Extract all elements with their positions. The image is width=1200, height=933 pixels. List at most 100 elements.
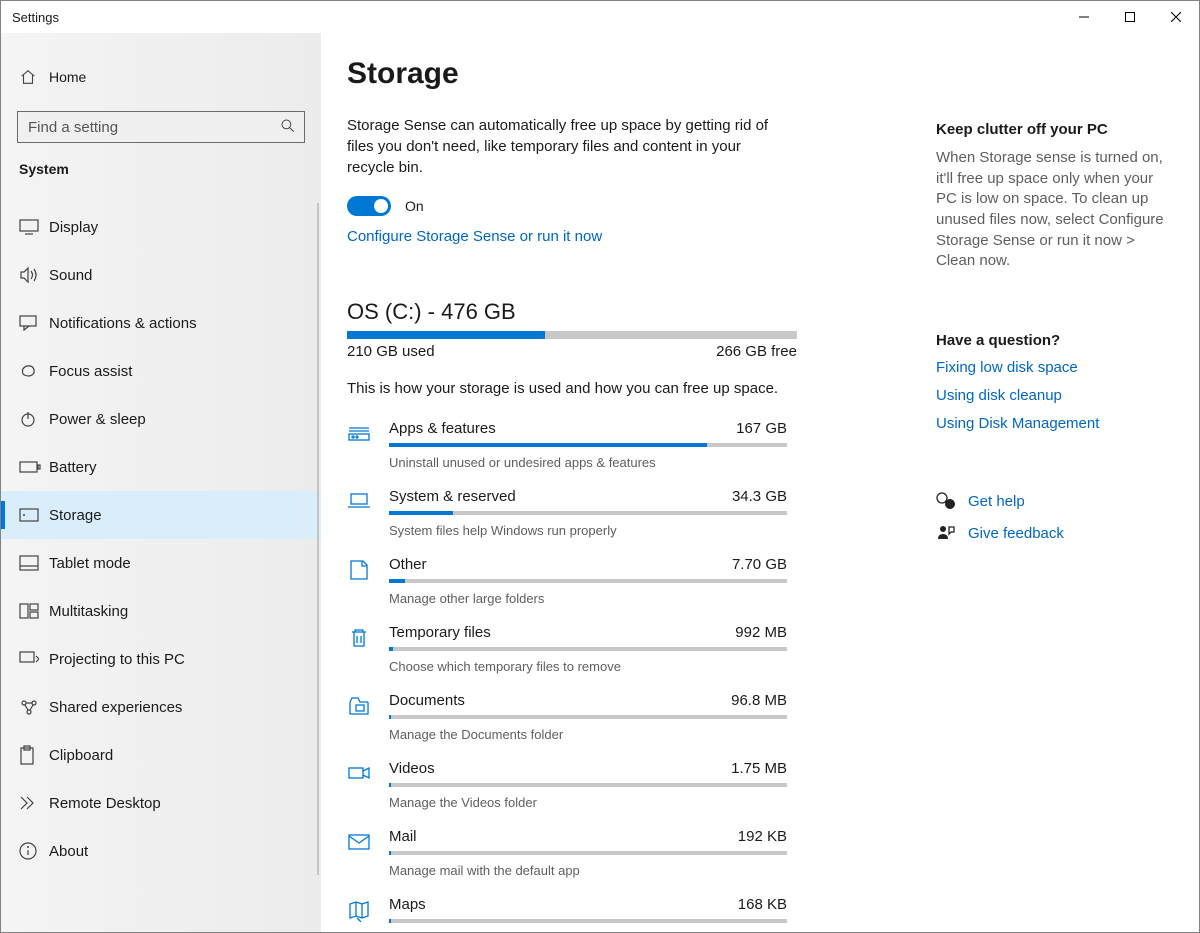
category-size: 168 KB	[738, 896, 787, 913]
storage-sense-toggle[interactable]	[347, 196, 391, 216]
drive-usage-bar	[347, 331, 797, 339]
search-input[interactable]	[17, 111, 305, 143]
other-icon	[347, 556, 389, 606]
notifications-icon	[19, 315, 49, 331]
category-name: Maps	[389, 896, 426, 913]
display-icon	[19, 219, 49, 235]
sidebar-item-sound[interactable]: Sound	[1, 251, 321, 299]
multitasking-icon	[19, 603, 49, 619]
help-link[interactable]: Using disk cleanup	[936, 387, 1171, 404]
feedback-icon	[936, 524, 968, 542]
category-bar	[389, 511, 787, 515]
question-heading: Have a question?	[936, 332, 1171, 349]
sidebar-item-display[interactable]: Display	[1, 203, 321, 251]
category-trash[interactable]: Temporary files992 MBChoose which tempor…	[347, 619, 910, 687]
category-map[interactable]: Maps168 KBDelete offline maps or change …	[347, 891, 910, 932]
sidebar-item-battery[interactable]: Battery	[1, 443, 321, 491]
category-size: 167 GB	[736, 420, 787, 437]
category-size: 96.8 MB	[731, 692, 787, 709]
category-other[interactable]: Other 7.70 GB Manage other large folders	[347, 551, 910, 619]
category-docs[interactable]: Documents 96.8 MB Manage the Documents fol…	[347, 687, 910, 755]
power-icon	[19, 410, 49, 428]
home-nav[interactable]: Home	[1, 57, 321, 97]
titlebar: Settings	[1, 1, 1199, 33]
sidebar-item-clipboard[interactable]: Clipboard	[1, 731, 321, 779]
sidebar-item-remote[interactable]: Remote Desktop	[1, 779, 321, 827]
sound-icon	[19, 266, 49, 284]
category-size: 1.75 MB	[731, 760, 787, 777]
sidebar-item-shared[interactable]: Shared experiences	[1, 683, 321, 731]
toggle-label: On	[405, 198, 424, 214]
window-title: Settings	[12, 10, 59, 25]
tablet-icon	[19, 555, 49, 571]
help-icon	[936, 492, 968, 510]
sidebar-scrollbar[interactable]	[317, 203, 319, 875]
feedback-link[interactable]: Give feedback	[936, 524, 1171, 542]
category-bar	[389, 919, 787, 923]
help-link[interactable]: Fixing low disk space	[936, 359, 1171, 376]
drive-used: 210 GB used	[347, 343, 435, 360]
category-bar	[389, 647, 787, 651]
docs-icon	[347, 692, 389, 742]
clutter-heading: Keep clutter off your PC	[936, 121, 1171, 138]
category-sub: Manage other large folders	[389, 591, 787, 606]
projecting-icon	[19, 651, 49, 667]
sidebar-item-projecting[interactable]: Projecting to this PC	[1, 635, 321, 683]
home-icon	[19, 68, 49, 86]
category-name: Apps & features	[389, 420, 496, 437]
category-size: 7.70 GB	[732, 556, 787, 573]
category-name: Other	[389, 556, 427, 573]
help-link[interactable]: Using Disk Management	[936, 415, 1171, 432]
aside: Keep clutter off your PC When Storage se…	[916, 33, 1199, 932]
sidebar-item-power-sleep[interactable]: Power & sleep	[1, 395, 321, 443]
minimize-button[interactable]	[1061, 1, 1107, 33]
sidebar-item-multitasking[interactable]: Multitasking	[1, 587, 321, 635]
clipboard-icon	[19, 745, 49, 765]
sidebar-item-focus-assist[interactable]: Focus assist	[1, 347, 321, 395]
category-sub: Manage the Videos folder	[389, 795, 787, 810]
maximize-button[interactable]	[1107, 1, 1153, 33]
category-mail[interactable]: Mail192 KBManage mail with the default a…	[347, 823, 910, 891]
category-name: Documents	[389, 692, 465, 709]
clutter-text: When Storage sense is turned on, it'll f…	[936, 148, 1171, 272]
close-button[interactable]	[1153, 1, 1199, 33]
category-sub: Uninstall unused or undesired apps & fea…	[389, 455, 787, 470]
home-label: Home	[49, 69, 86, 85]
about-icon	[19, 842, 49, 860]
category-bar	[389, 443, 787, 447]
category-sub: Choose which temporary files to remove	[389, 659, 787, 674]
drive-heading: OS (C:) - 476 GB	[347, 299, 910, 325]
battery-icon	[19, 461, 49, 473]
search-field[interactable]	[26, 118, 280, 137]
category-bar	[389, 783, 787, 787]
category-sub: Manage the Documents folder	[389, 727, 787, 742]
main-content: Storage Storage Sense can automatically …	[321, 33, 916, 932]
intro-text: Storage Sense can automatically free up …	[347, 115, 787, 178]
shared-icon	[19, 698, 49, 716]
drive-desc: This is how your storage is used and how…	[347, 380, 910, 397]
map-icon	[347, 896, 389, 932]
category-bar	[389, 715, 787, 719]
sidebar-item-about[interactable]: About	[1, 827, 321, 875]
category-bar	[389, 579, 787, 583]
remote-icon	[19, 795, 49, 811]
sidebar-item-storage[interactable]: Storage	[1, 491, 321, 539]
sidebar-item-notifications[interactable]: Notifications & actions	[1, 299, 321, 347]
category-video[interactable]: Videos1.75 MBManage the Videos folder	[347, 755, 910, 823]
get-help-link[interactable]: Get help	[936, 492, 1171, 510]
page-title: Storage	[347, 57, 910, 91]
category-name: Mail	[389, 828, 417, 845]
category-name: System & reserved	[389, 488, 516, 505]
video-icon	[347, 760, 389, 810]
category-sub: Manage mail with the default app	[389, 863, 787, 878]
category-laptop[interactable]: System & reserved 34.3 GB System files hel…	[347, 483, 910, 551]
category-sub: System files help Windows run properly	[389, 523, 787, 538]
category-apps[interactable]: Apps & features 167 GB Uninstall unused or…	[347, 415, 910, 483]
sidebar-item-tablet[interactable]: Tablet mode	[1, 539, 321, 587]
category-name: Temporary files	[389, 624, 491, 641]
laptop-icon	[347, 488, 389, 538]
nav-list: Display Sound Notifications & actions Fo…	[1, 203, 321, 875]
storage-icon	[19, 508, 49, 522]
category-size: 34.3 GB	[732, 488, 787, 505]
configure-link[interactable]: Configure Storage Sense or run it now	[347, 228, 910, 245]
